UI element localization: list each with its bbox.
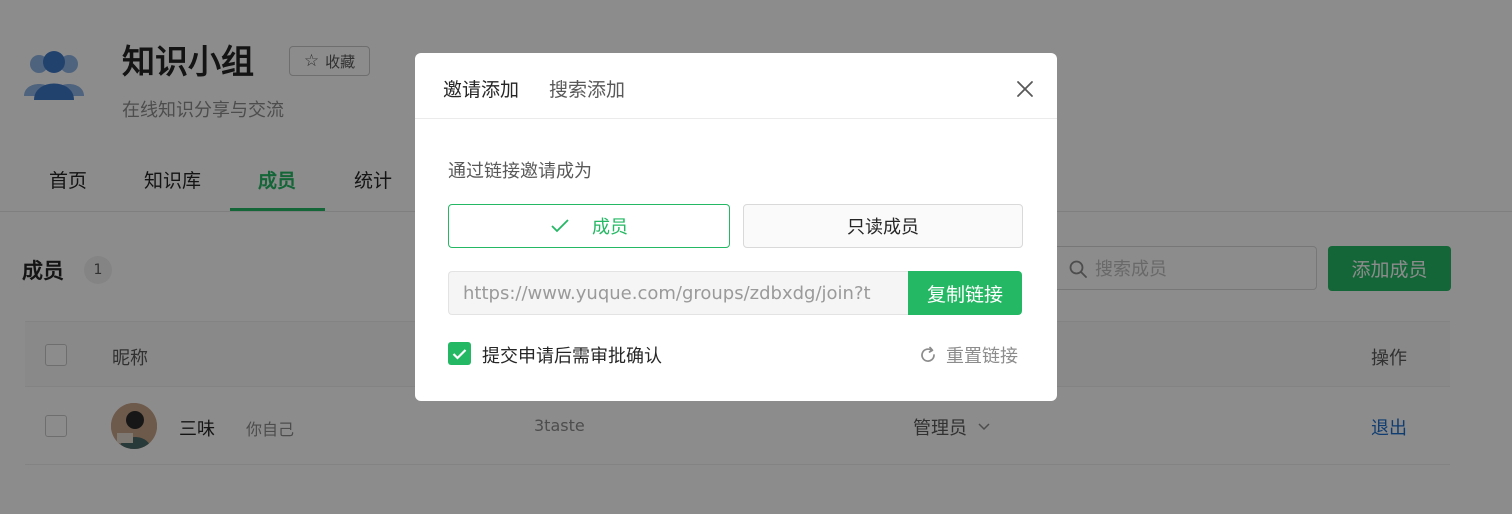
check-icon xyxy=(551,219,569,233)
modal-header: 邀请添加 搜索添加 xyxy=(415,53,1057,119)
invite-modal: 邀请添加 搜索添加 通过链接邀请成为 成员 只读成员 https://www.y… xyxy=(415,53,1057,401)
invite-label: 通过链接邀请成为 xyxy=(448,161,592,182)
approve-checkbox[interactable] xyxy=(448,342,471,365)
reset-link-button[interactable]: 重置链接 xyxy=(918,342,1018,368)
approve-label[interactable]: 提交申请后需审批确认 xyxy=(482,342,662,368)
role-member-label: 成员 xyxy=(592,217,628,238)
refresh-icon xyxy=(921,346,935,362)
copy-link-button[interactable]: 复制链接 xyxy=(908,271,1022,315)
checkmark-icon xyxy=(452,348,467,360)
role-readonly-button[interactable]: 只读成员 xyxy=(743,204,1023,248)
tab-search[interactable]: 搜索添加 xyxy=(549,75,625,102)
close-icon[interactable] xyxy=(1015,79,1035,99)
role-member-button[interactable]: 成员 xyxy=(448,204,730,248)
invite-link-field[interactable]: https://www.yuque.com/groups/zdbxdg/join… xyxy=(448,271,910,315)
reset-link-label: 重置链接 xyxy=(946,346,1018,367)
tab-invite[interactable]: 邀请添加 xyxy=(443,75,519,102)
